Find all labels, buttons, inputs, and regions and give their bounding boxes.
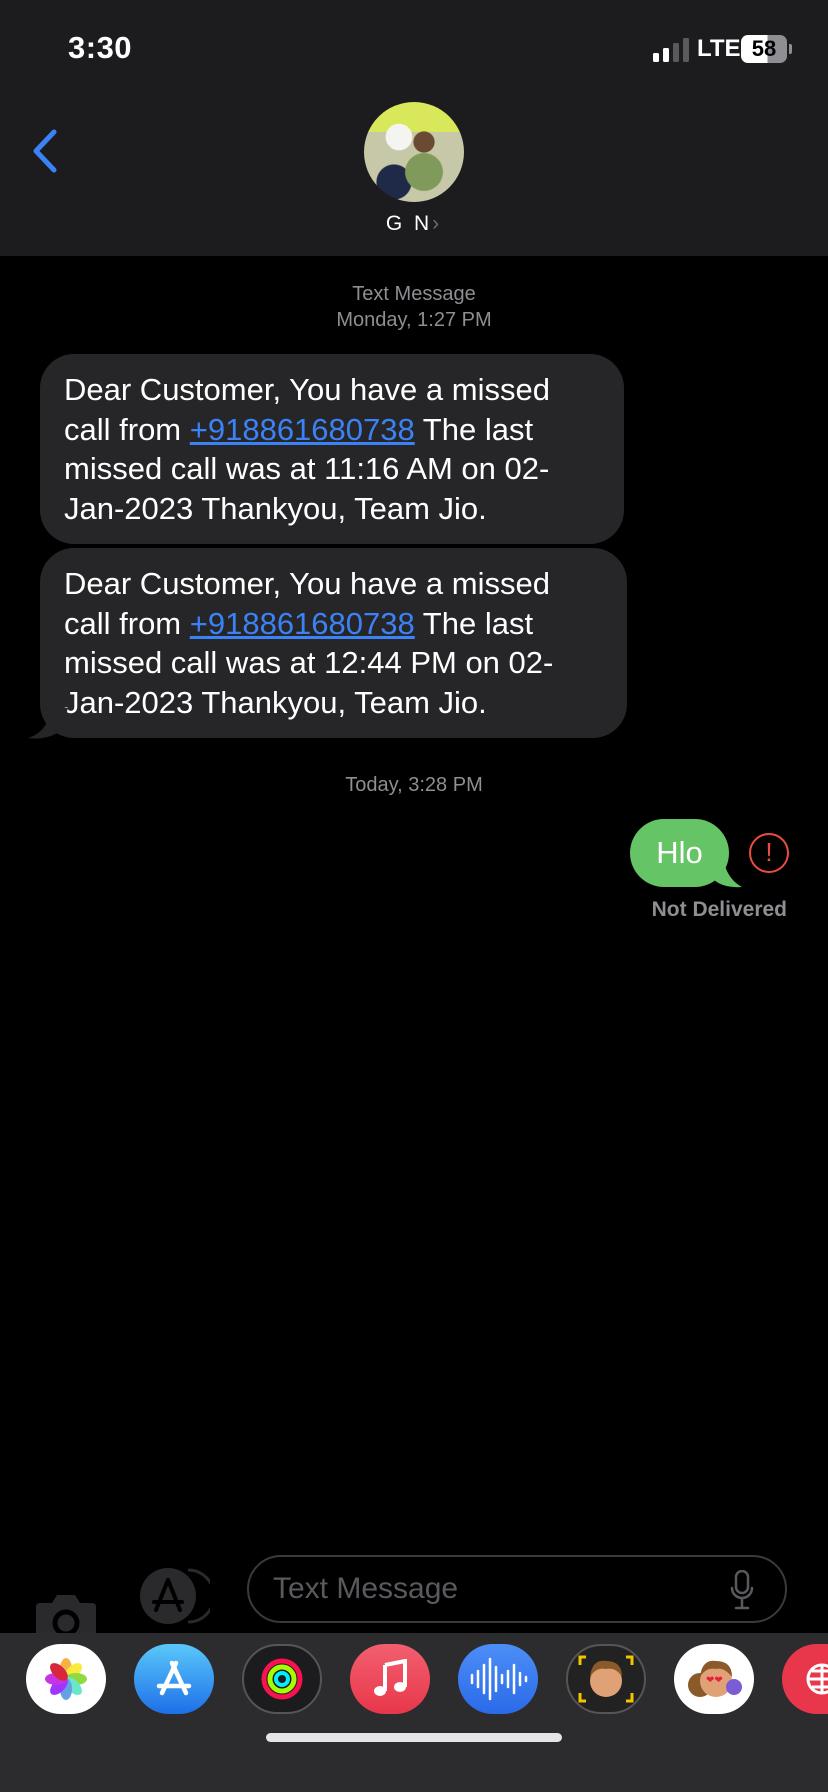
app-store-app-icon[interactable] xyxy=(134,1644,214,1714)
delivery-status: Not Delivered xyxy=(651,898,787,921)
battery-nub xyxy=(789,44,792,54)
battery-icon: 58 xyxy=(741,35,787,63)
activity-app-icon[interactable] xyxy=(242,1644,322,1714)
received-message: Dear Customer, You have a missed call fr… xyxy=(40,354,624,544)
photos-app-icon[interactable] xyxy=(26,1644,106,1714)
contact-avatar[interactable] xyxy=(364,102,464,202)
back-chevron-icon[interactable] xyxy=(30,128,62,174)
animoji-stickers-icon[interactable]: ❤❤ xyxy=(674,1644,754,1714)
voice-memo-app-icon[interactable] xyxy=(458,1644,538,1714)
message-type-label: Text Message xyxy=(352,283,476,305)
app-store-button[interactable] xyxy=(138,1568,210,1624)
timestamp: Today, 3:28 PM xyxy=(345,774,483,796)
microphone-icon[interactable] xyxy=(730,1570,754,1610)
chevron-right-icon: › xyxy=(432,212,443,235)
contact-name[interactable]: G N› xyxy=(0,212,828,236)
message-input[interactable] xyxy=(273,1567,713,1611)
music-app-icon[interactable] xyxy=(350,1644,430,1714)
sent-message: Hlo xyxy=(630,819,729,887)
phone-link[interactable]: +918861680738 xyxy=(190,606,415,641)
memoji-app-icon[interactable] xyxy=(566,1644,646,1714)
svg-text:❤❤: ❤❤ xyxy=(706,1675,723,1686)
status-time: 3:30 xyxy=(68,30,133,65)
received-message: Dear Customer, You have a missed call fr… xyxy=(40,548,627,738)
message-input-field[interactable] xyxy=(247,1555,787,1623)
signal-icon xyxy=(653,38,689,62)
network-type: LTE xyxy=(697,35,741,62)
timestamp: Monday, 1:27 PM xyxy=(336,309,492,331)
alert-icon[interactable]: ! xyxy=(749,833,789,873)
phone-link[interactable]: +918861680738 xyxy=(190,412,415,447)
contact-name-text: G N xyxy=(385,212,433,235)
home-indicator[interactable] xyxy=(266,1733,562,1742)
bubble-tail xyxy=(28,708,68,739)
